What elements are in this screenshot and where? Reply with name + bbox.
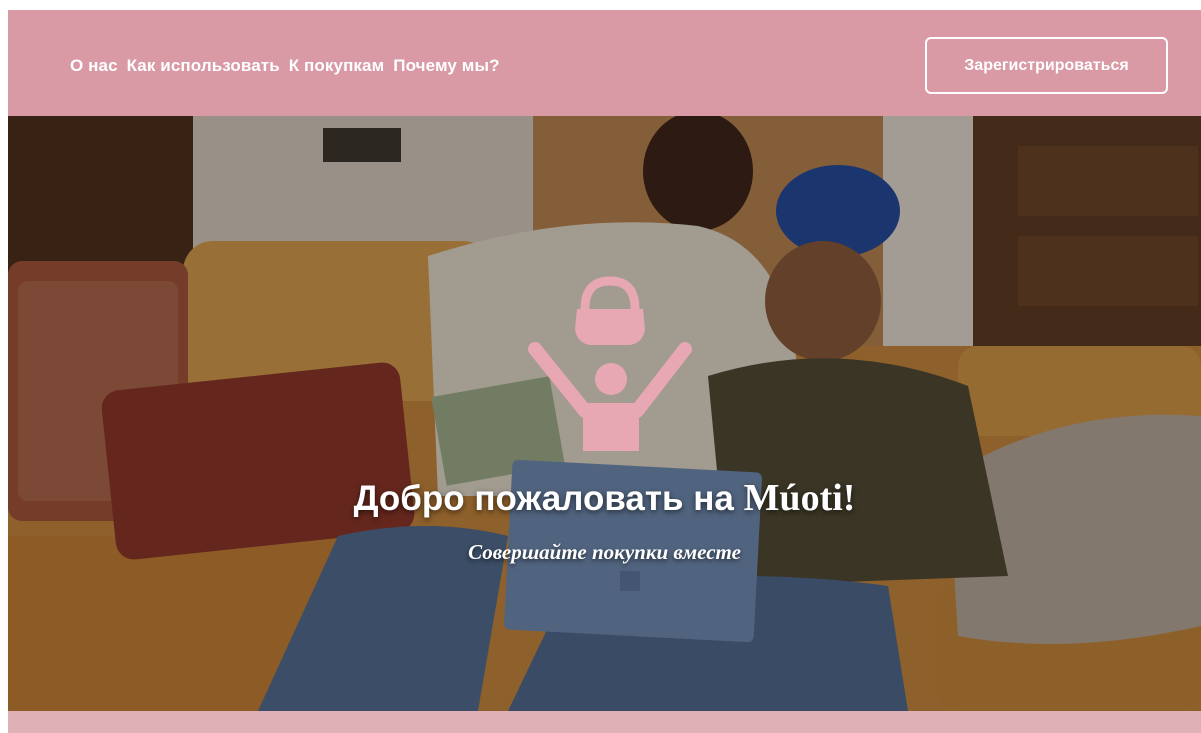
nav-link-shopping[interactable]: К покупкам xyxy=(289,56,385,76)
nav-links: О нас Как использовать К покупкам Почему… xyxy=(70,56,509,76)
register-button[interactable]: Зарегистрироваться xyxy=(925,37,1168,94)
hero-section: Добро пожаловать на Múoti! Совершайте по… xyxy=(8,116,1201,711)
hero-title-prefix: Добро пожаловать на xyxy=(353,479,744,518)
nav-link-how-to-use[interactable]: Как использовать xyxy=(127,56,280,76)
hero-subtitle: Совершайте покупки вместе xyxy=(468,540,741,564)
bottom-strip xyxy=(8,711,1201,733)
nav-link-why-us[interactable]: Почему мы? xyxy=(393,56,499,76)
hero-title-brand: Múoti! xyxy=(743,477,856,519)
top-navbar: О нас Как использовать К покупкам Почему… xyxy=(8,10,1201,116)
hero-title: Добро пожаловать на Múoti! xyxy=(8,476,1201,520)
shopping-bag-person-icon xyxy=(528,276,692,451)
nav-link-about[interactable]: О нас xyxy=(70,56,118,76)
page: О нас Как использовать К покупкам Почему… xyxy=(8,10,1201,733)
